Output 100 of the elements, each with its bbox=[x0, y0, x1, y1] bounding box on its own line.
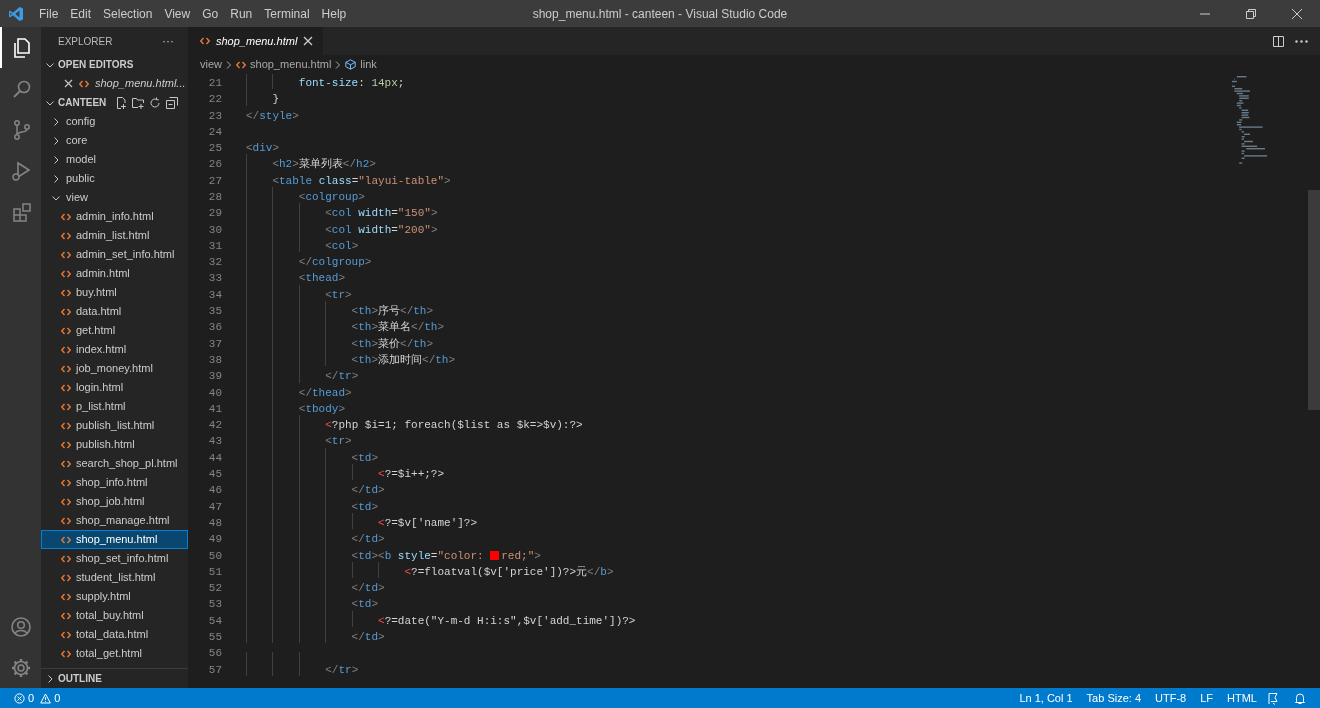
line-number: 49 bbox=[207, 532, 222, 548]
line-number: 30 bbox=[207, 222, 222, 238]
menu-item[interactable]: Go bbox=[196, 4, 225, 23]
explorer-entry[interactable]: shop_manage.html bbox=[41, 511, 188, 530]
code-line: <td> bbox=[246, 449, 379, 467]
account-icon[interactable] bbox=[8, 614, 33, 639]
explorer-entry[interactable]: supply.html bbox=[41, 587, 188, 606]
chevron-right-icon[interactable] bbox=[51, 116, 61, 127]
collapse-all-icon[interactable] bbox=[166, 96, 179, 109]
line-number: 50 bbox=[207, 548, 222, 564]
explorer-entry[interactable]: search_shop_pl.html bbox=[41, 454, 188, 473]
chevron-right-icon[interactable] bbox=[45, 673, 55, 684]
status-bar-item[interactable]: HTML bbox=[1227, 689, 1257, 707]
explorer-entry[interactable]: admin_set_info.html bbox=[41, 245, 188, 264]
html-file-icon bbox=[61, 534, 71, 545]
more-icon[interactable] bbox=[1295, 39, 1308, 43]
close-icon[interactable] bbox=[303, 36, 314, 46]
html-file-icon bbox=[61, 496, 71, 507]
explorer-entry[interactable]: total_get.html bbox=[41, 644, 188, 663]
folder-entry[interactable]: model bbox=[41, 150, 188, 169]
explorer-entry[interactable]: shop_set_info.html bbox=[41, 549, 188, 568]
explorer-entry[interactable]: student_list.html bbox=[41, 568, 188, 587]
new-file-icon[interactable] bbox=[115, 96, 128, 109]
section-header[interactable]: OUTLINE bbox=[41, 669, 188, 688]
code-line: </td> bbox=[246, 629, 385, 646]
menu-item[interactable]: File bbox=[33, 4, 65, 23]
split-editor-icon[interactable] bbox=[1272, 34, 1285, 48]
line-number: 39 bbox=[207, 369, 222, 385]
explorer-entry[interactable]: total_buy.html bbox=[41, 606, 188, 625]
explorer-entry[interactable]: index.html bbox=[41, 340, 188, 359]
scrollbar-thumb[interactable] bbox=[1308, 190, 1320, 410]
menu-item[interactable]: Terminal bbox=[258, 4, 316, 23]
warning-count[interactable]: 0 bbox=[54, 689, 61, 707]
line-number: 21 bbox=[207, 75, 222, 91]
line-number: 27 bbox=[207, 173, 222, 189]
status-bar-item[interactable]: LF bbox=[1200, 689, 1214, 707]
explorer-entry[interactable]: admin_info.html bbox=[41, 207, 188, 226]
new-folder-icon[interactable] bbox=[132, 96, 145, 109]
status-bar-item[interactable]: UTF-8 bbox=[1155, 689, 1187, 707]
breadcrumb-item[interactable]: shop_menu.html bbox=[236, 56, 332, 73]
menu-item[interactable]: Help bbox=[315, 4, 353, 23]
breadcrumb-item[interactable]: view bbox=[200, 56, 222, 73]
chevron-right-icon[interactable] bbox=[51, 154, 61, 165]
error-count[interactable]: 0 bbox=[28, 689, 35, 707]
explorer-entry[interactable]: p_list.html bbox=[41, 397, 188, 416]
explorer-entry[interactable]: shop_info.html bbox=[41, 473, 188, 492]
explorer-entry[interactable]: admin.html bbox=[41, 264, 188, 283]
restore-icon[interactable] bbox=[1246, 8, 1256, 19]
chevron-right-icon[interactable] bbox=[51, 135, 61, 146]
explorer-entry[interactable]: publish.html bbox=[41, 435, 188, 454]
breadcrumb-item[interactable]: link bbox=[345, 56, 377, 73]
explorer-entry[interactable]: admin_list.html bbox=[41, 226, 188, 245]
line-number: 34 bbox=[207, 287, 222, 303]
explorer-entry[interactable]: shop_menu.html bbox=[41, 530, 188, 549]
code-line: </thead> bbox=[246, 384, 352, 402]
folder-entry[interactable]: public bbox=[41, 169, 188, 188]
menu-item[interactable]: Selection bbox=[97, 4, 159, 23]
editor-tab[interactable]: shop_menu.html bbox=[188, 27, 324, 55]
status-bar-item[interactable]: Tab Size: 4 bbox=[1086, 689, 1142, 707]
line-number: 42 bbox=[207, 418, 222, 434]
explorer-entry[interactable]: job_money.html bbox=[41, 359, 188, 378]
more-actions-button[interactable]: ··· bbox=[162, 32, 174, 50]
sidebar-title: EXPLORER bbox=[58, 34, 113, 49]
section-header[interactable]: OPEN EDITORS bbox=[41, 55, 188, 74]
status-bar-item[interactable]: Ln 1, Col 1 bbox=[1019, 689, 1073, 707]
code-line: <col width="200"> bbox=[246, 221, 438, 239]
open-editor-item[interactable]: shop_menu.html... bbox=[41, 74, 188, 93]
line-number: 22 bbox=[207, 92, 222, 108]
explorer-entry[interactable]: buy.html bbox=[41, 283, 188, 302]
explorer-entry[interactable]: total_data.html bbox=[41, 625, 188, 644]
bell-icon[interactable] bbox=[1294, 691, 1306, 705]
explorer-entry[interactable]: publish_list.html bbox=[41, 416, 188, 435]
refresh-icon[interactable] bbox=[149, 96, 162, 109]
line-number: 52 bbox=[207, 581, 222, 597]
warning-icon[interactable] bbox=[40, 692, 52, 704]
explorer-entry[interactable]: data.html bbox=[41, 302, 188, 321]
close-icon[interactable] bbox=[64, 79, 73, 88]
html-file-icon bbox=[200, 36, 210, 46]
menu-item[interactable]: View bbox=[158, 4, 197, 23]
code-line: <col> bbox=[246, 237, 359, 255]
line-number: 37 bbox=[207, 336, 222, 352]
explorer-entry[interactable]: shop_job.html bbox=[41, 492, 188, 511]
line-number: 33 bbox=[207, 271, 222, 287]
chevron-right-icon[interactable] bbox=[51, 173, 61, 184]
html-file-icon bbox=[61, 344, 71, 355]
explorer-entry[interactable]: login.html bbox=[41, 378, 188, 397]
section-header[interactable]: CANTEEN bbox=[41, 93, 188, 112]
html-file-icon bbox=[61, 648, 71, 659]
folder-entry[interactable]: view bbox=[41, 188, 188, 207]
feedback-icon[interactable] bbox=[1267, 691, 1280, 705]
line-number: 56 bbox=[207, 646, 222, 662]
color-swatch[interactable] bbox=[490, 550, 500, 560]
menu-item[interactable]: Edit bbox=[64, 4, 98, 23]
close-icon[interactable] bbox=[1292, 8, 1302, 19]
error-icon[interactable] bbox=[14, 692, 25, 704]
html-file-icon bbox=[61, 230, 71, 241]
explorer-entry[interactable]: get.html bbox=[41, 321, 188, 340]
menu-item[interactable]: Run bbox=[224, 4, 259, 23]
folder-entry[interactable]: core bbox=[41, 131, 188, 150]
folder-entry[interactable]: config bbox=[41, 112, 188, 131]
